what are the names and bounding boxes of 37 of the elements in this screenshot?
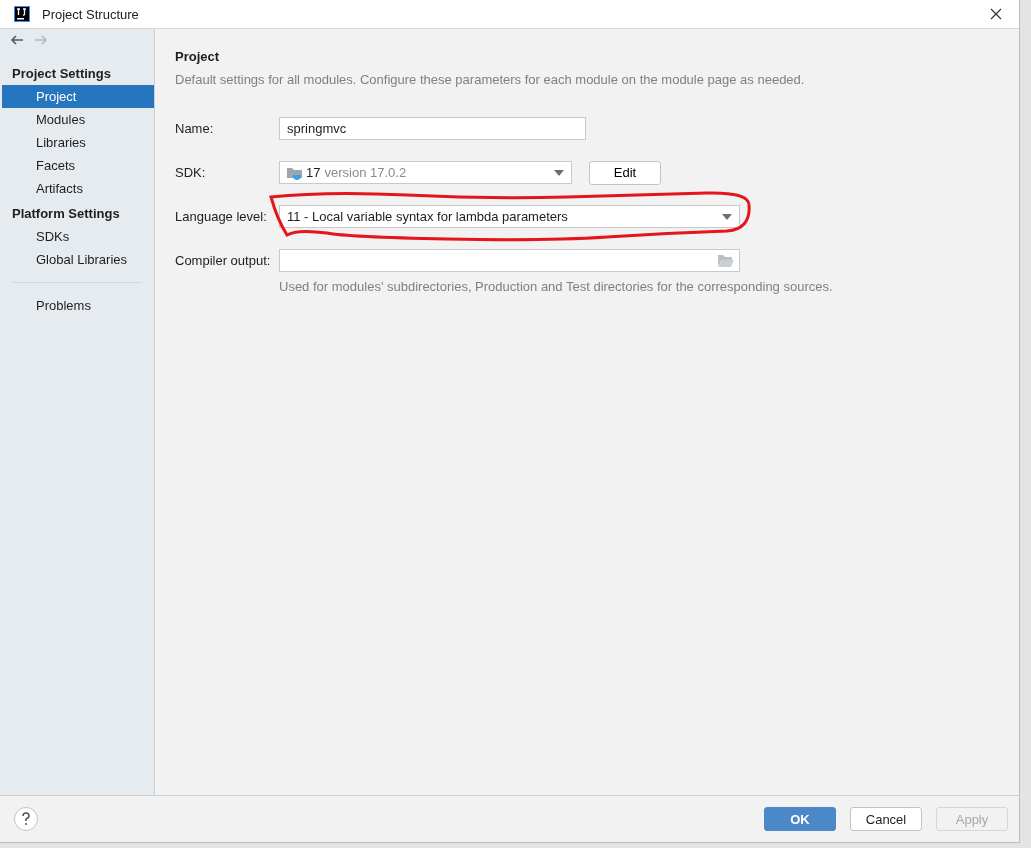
back-arrow-icon[interactable] [10,34,24,46]
text-field[interactable]: springmvc [279,117,586,140]
section-header: Platform Settings [11,205,121,223]
section-title: Project [175,49,221,66]
dropdown-arrow-icon [722,213,732,220]
field-label: Language level: [175,209,268,224]
app-logo-icon [14,6,30,22]
sidebar-item[interactable]: Modules [2,108,154,131]
question-mark-icon [21,812,31,826]
cancel-button[interactable]: Cancel [850,807,922,831]
edit-button[interactable]: Edit [589,160,661,185]
sdk-value: 17 [306,165,321,180]
dropdown-value: 11 - Local variable syntax for lambda parameters [287,209,568,224]
language-level-dropdown[interactable]: 11 - Local variable syntax for lambda parameters [279,205,740,228]
field-label: SDK: [175,165,207,180]
description-text: Default settings for all modules. Configure these parameters for each module on the module page as needed. [175,72,806,89]
field-label: Name: [175,121,215,136]
dropdown-arrow-icon [554,169,564,176]
help-button[interactable] [14,807,38,831]
folder-icon[interactable] [718,254,734,267]
field-label: Compiler output: [175,253,272,268]
hint-text: Used for modules' subdirectories, Production and Test directories for the corresponding sources. [279,279,834,294]
sidebar-item[interactable]: Problems [2,294,154,317]
sidebar-item[interactable]: SDKs [2,225,154,248]
sidebar-item[interactable]: Artifacts [2,177,154,200]
sidebar-item[interactable]: Global Libraries [2,248,154,271]
path-field[interactable] [279,249,740,272]
sdk-dropdown[interactable]: 17 version 17.0.2 [279,161,572,184]
sidebar-item[interactable]: Facets [2,154,154,177]
sdk-version: version 17.0.2 [324,165,407,180]
close-icon [990,8,1002,20]
ok-button[interactable]: OK [764,807,836,831]
window-title: Project Structure [42,6,139,22]
sidebar-item[interactable]: Libraries [2,131,154,154]
sidebar-item[interactable]: Project [2,85,154,108]
folder-cup-icon [287,165,303,180]
section-header: Project Settings [11,65,112,83]
